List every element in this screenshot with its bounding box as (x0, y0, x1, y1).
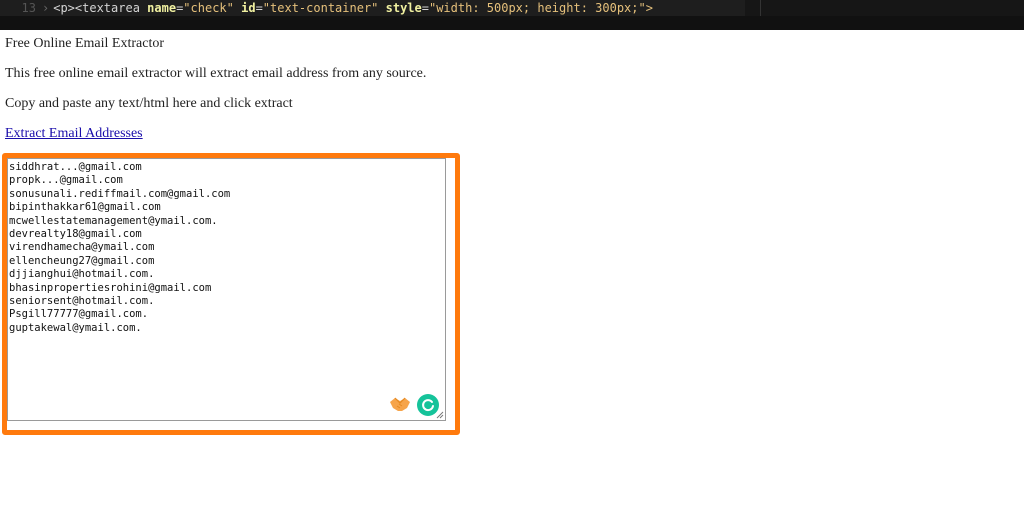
code-line-13: 13 › <p><textarea name="check" id="text-co… (0, 0, 745, 16)
fold-chevron-icon: › (42, 1, 50, 15)
code-pane-divider (760, 0, 761, 16)
email-textarea[interactable]: siddhrat...@gmail.com propk...@gmail.com… (7, 158, 446, 421)
email-line: bhasinpropertiesrohini@gmail.com (9, 281, 212, 294)
line-number: 13 (21, 1, 36, 15)
code-val-style: "width: 500px; height: 300px;"> (428, 1, 653, 15)
page-content: Free Online Email Extractor This free on… (5, 35, 426, 155)
email-line: ellencheung27@gmail.com (9, 254, 155, 267)
email-line: djjianghui@hotmail.com. (9, 268, 155, 281)
code-editor-strip: 13 › <p><textarea name="check" id="text-co… (0, 0, 1024, 30)
email-line: Psgill77777@gmail.com. (9, 308, 149, 321)
code-val-id: "text-container" (262, 1, 379, 15)
code-attr-style: style (385, 1, 422, 15)
extract-email-link[interactable]: Extract Email Addresses (5, 126, 143, 141)
page-description: This free online email extractor will ex… (5, 66, 427, 81)
grammarly-icon[interactable] (417, 394, 439, 416)
code-val-name: "check" (183, 1, 234, 15)
page-instruction: Copy and paste any text/html here and cl… (5, 96, 293, 111)
code-eq-3: = (421, 1, 429, 15)
handshake-icon[interactable] (389, 394, 411, 414)
email-line: mcwellestatemanagement@ymail.com. (9, 214, 218, 227)
email-line: devrealty18@gmail.com (9, 227, 142, 240)
email-line: seniorsent@hotmail.com. (9, 294, 155, 307)
code-attr-name: name (147, 1, 177, 15)
email-line: virendhamecha@ymail.com (9, 241, 155, 254)
code-tag-open: <p><textarea (53, 1, 148, 15)
email-line: propk...@gmail.com (9, 174, 123, 187)
email-line: sonusunali.rediffmail.com@gmail.com (9, 187, 231, 200)
code-attr-id: id (241, 1, 256, 15)
grammarly-glyph-icon (422, 399, 434, 412)
email-line: bipinthakkar61@gmail.com (9, 201, 161, 214)
code-eq-2: = (255, 1, 263, 15)
email-line: guptakewal@ymail.com. (9, 321, 142, 334)
page-title: Free Online Email Extractor (5, 36, 164, 51)
email-line: siddhrat...@gmail.com (9, 161, 142, 173)
editor-bottom-bar (0, 16, 1024, 30)
